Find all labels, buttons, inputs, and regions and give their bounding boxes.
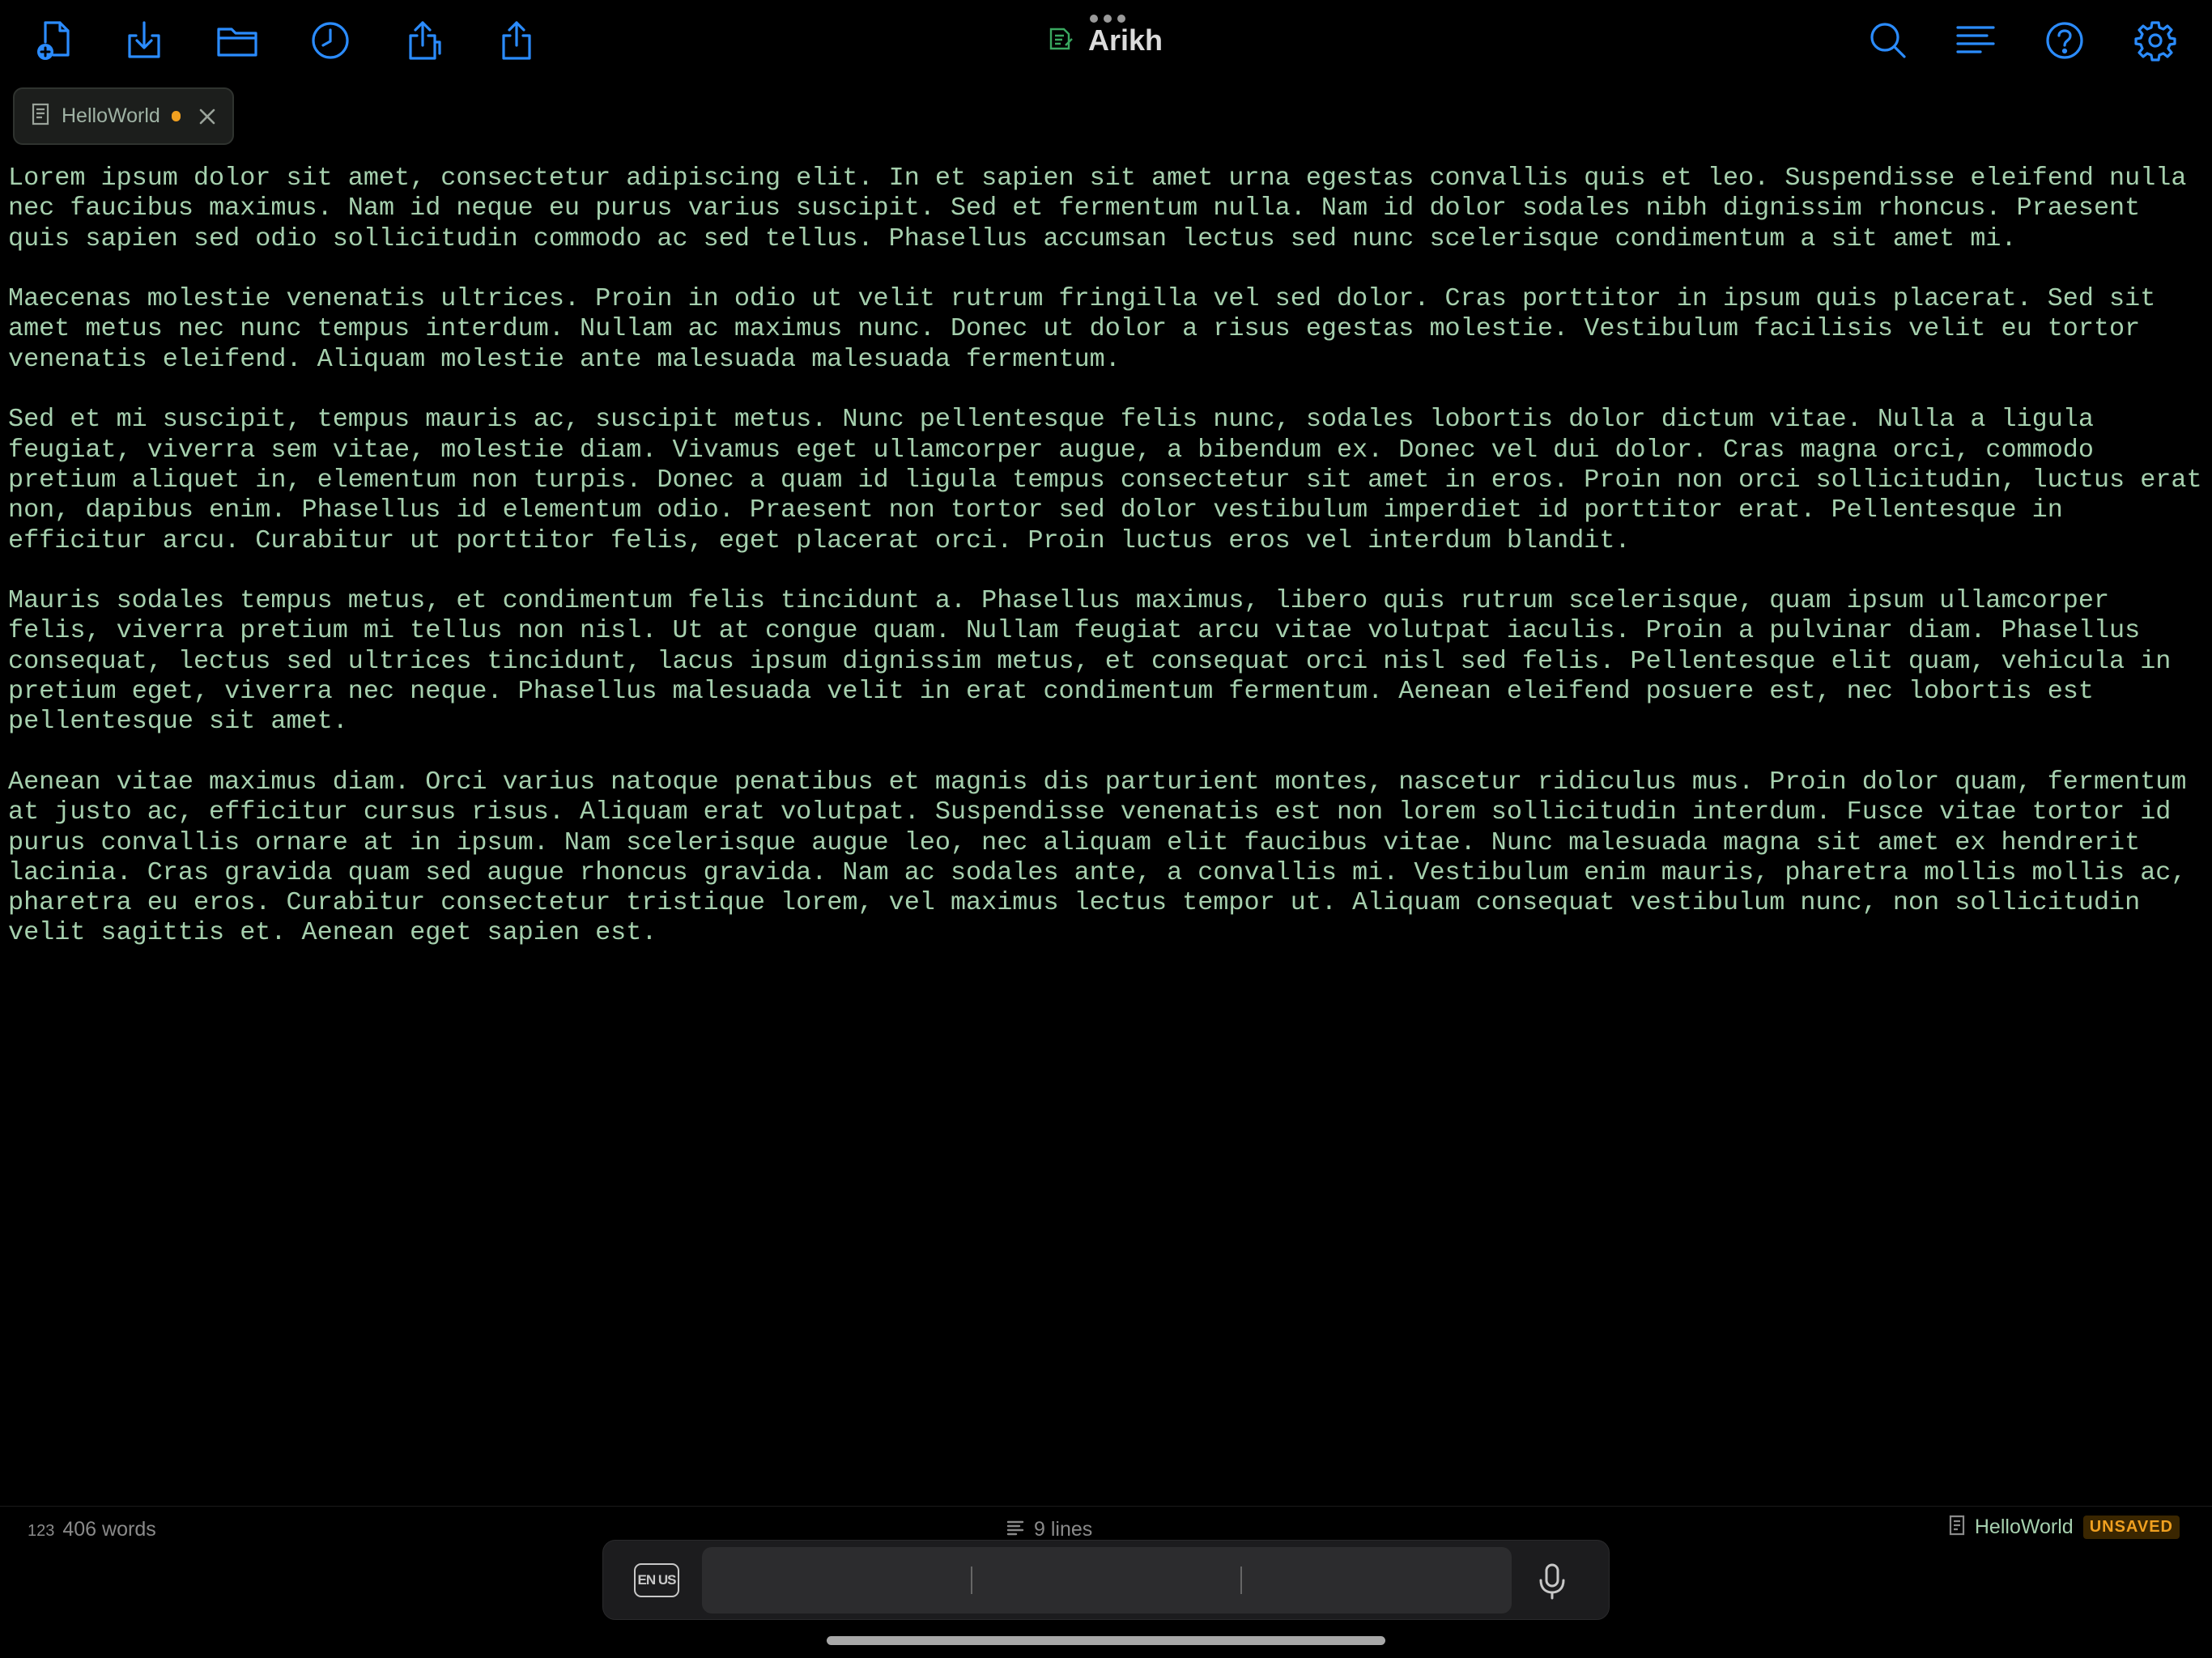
document-icon	[31, 103, 50, 130]
lines-icon	[1006, 1520, 1024, 1540]
paragraph: Sed et mi suscipit, tempus mauris ac, su…	[8, 405, 2202, 555]
new-file-icon	[37, 21, 70, 60]
paragraph: Maecenas molestie venenatis ultrices. Pr…	[8, 284, 2172, 374]
text-editor[interactable]: Lorem ipsum dolor sit amet, consectetur …	[8, 164, 2204, 1499]
help-button[interactable]	[2039, 15, 2091, 66]
line-count-text: 9 lines	[1034, 1518, 1093, 1541]
outline-list-icon	[1956, 26, 1995, 53]
line-count: 9 lines	[1006, 1518, 1092, 1541]
tab-label: HelloWorld	[62, 104, 160, 127]
predictive-text-bar	[702, 1547, 1512, 1613]
settings-button[interactable]	[2129, 15, 2181, 66]
unsaved-dot	[171, 111, 181, 121]
paragraph: Mauris sodales tempus metus, et condimen…	[8, 586, 2187, 737]
top-toolbar: Arikh	[0, 0, 2212, 81]
divider	[971, 1567, 972, 1594]
search-icon	[1870, 23, 1906, 58]
suggestion-slot[interactable]	[1241, 1547, 1511, 1613]
paragraph: Aenean vitae maximus diam. Orci varius n…	[8, 767, 2202, 948]
language-switch-button[interactable]: EN US	[634, 1563, 679, 1597]
import-button[interactable]	[118, 15, 170, 66]
document-tab[interactable]: HelloWorld	[13, 87, 234, 145]
document-icon	[1949, 1515, 1965, 1540]
document-status: HelloWorld UNSAVED	[1949, 1515, 2180, 1540]
share-copy-icon	[409, 21, 441, 60]
close-icon	[199, 108, 215, 124]
search-button[interactable]	[1862, 15, 1914, 66]
suggestion-slot[interactable]	[972, 1547, 1241, 1613]
app-logo-icon	[1044, 24, 1077, 57]
language-switch-icon: EN US	[637, 1572, 677, 1588]
share-button[interactable]	[491, 15, 542, 66]
home-indicator[interactable]	[827, 1636, 1385, 1645]
paragraph: Lorem ipsum dolor sit amet, consectetur …	[8, 164, 2202, 253]
share-icon	[502, 21, 531, 60]
recent-files-button[interactable]	[304, 15, 356, 66]
app-title: Arikh	[1044, 19, 1163, 62]
dictation-button[interactable]	[1534, 1562, 1570, 1601]
unsaved-badge: UNSAVED	[2082, 1516, 2180, 1539]
keyboard-shortcut-bar: EN US	[602, 1540, 1610, 1620]
folder-icon	[217, 28, 257, 57]
open-folder-button[interactable]	[211, 15, 263, 66]
export-button[interactable]	[398, 15, 449, 66]
help-icon	[2046, 22, 2083, 59]
recent-clock-icon	[312, 22, 349, 59]
microphone-icon	[1539, 1563, 1565, 1600]
settings-gear-icon	[2134, 21, 2176, 62]
new-file-button[interactable]	[29, 15, 81, 66]
suggestion-slot[interactable]	[702, 1547, 972, 1613]
word-count-text: 406 words	[62, 1518, 156, 1541]
download-icon	[128, 21, 160, 58]
close-tab-button[interactable]	[198, 108, 216, 125]
divider	[1240, 1567, 1242, 1594]
number-icon: 123	[28, 1522, 55, 1540]
outline-button[interactable]	[1950, 15, 2001, 66]
word-count: 123 406 words	[28, 1518, 156, 1541]
document-name: HelloWorld	[1974, 1516, 2074, 1538]
app-name: Arikh	[1088, 23, 1163, 57]
